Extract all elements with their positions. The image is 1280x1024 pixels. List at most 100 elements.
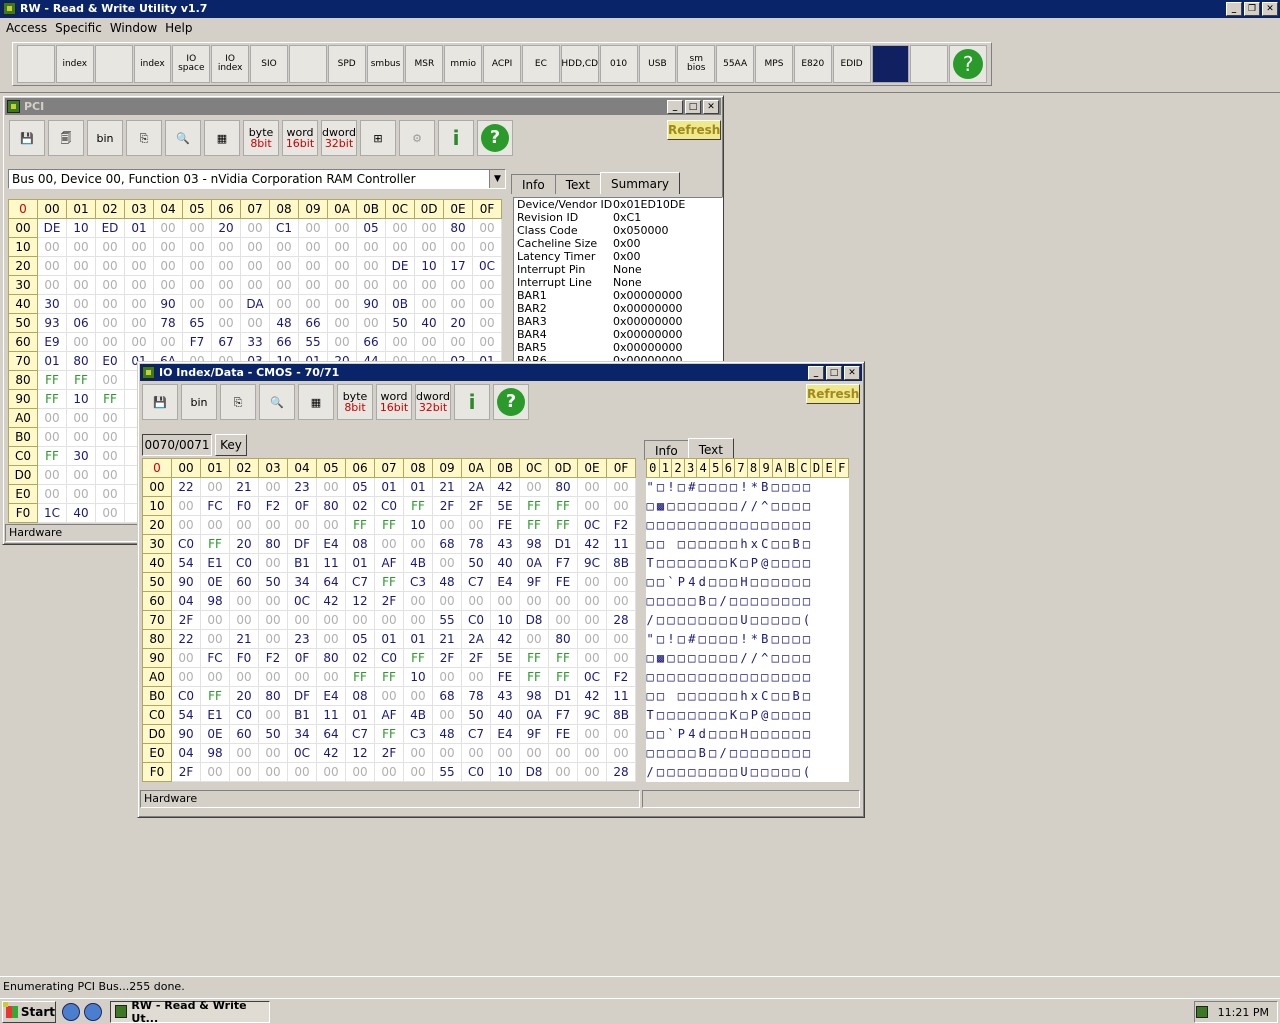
hex-cell[interactable]: FF [403,496,433,516]
hex-cell[interactable]: 50 [385,313,415,333]
hex-cell[interactable]: 00 [287,667,317,687]
hex-cell[interactable]: 00 [519,743,549,763]
help-icon[interactable]: ? [493,384,529,420]
hex-cell[interactable]: 00 [182,218,212,238]
hex-cell[interactable]: B1 [287,705,317,725]
hex-cell[interactable]: 22 [171,477,201,497]
hex-cell[interactable]: E4 [490,724,520,744]
hex-cell[interactable]: FF [200,686,230,706]
toolbar-pci-icon[interactable] [17,45,55,83]
hex-cell[interactable]: 78 [153,313,183,333]
text-row[interactable]: "□!□#□□□□!*B□□□□ [647,478,849,497]
hex-cell[interactable]: 98 [519,686,549,706]
hex-cell[interactable]: 11 [316,553,346,573]
hex-cell[interactable]: 00 [403,743,433,763]
hex-cell[interactable]: 65 [182,313,212,333]
hex-cell[interactable]: 20 [229,534,259,554]
hex-cell[interactable]: 23 [287,477,317,497]
cmos-refresh-button[interactable]: Refresh [806,384,860,404]
hex-cell[interactable]: F2 [606,667,636,687]
menu-specific[interactable]: Specific [51,21,106,35]
hex-cell[interactable]: 0E [200,724,230,744]
hex-cell[interactable]: 00 [606,572,636,592]
hex-cell[interactable]: 48 [432,572,462,592]
text-row[interactable]: "□!□#□□□□!*B□□□□ [647,630,849,649]
hex-cell[interactable]: 00 [200,629,230,649]
hex-cell[interactable]: C3 [403,572,433,592]
hex-cell[interactable]: 00 [200,762,230,782]
hex-cell[interactable]: 00 [472,294,502,314]
hex-cell[interactable]: 00 [327,313,357,333]
hex-cell[interactable]: 00 [200,610,230,630]
hex-cell[interactable]: 00 [211,294,241,314]
hex-cell[interactable]: 10 [414,256,444,276]
hex-cell[interactable]: 00 [385,237,415,257]
save-icon[interactable]: 💾 [9,120,45,156]
hex-cell[interactable]: 00 [443,294,473,314]
hex-cell[interactable]: C3 [403,724,433,744]
toolbar-tools-icon[interactable] [910,45,949,83]
hex-cell[interactable]: 00 [316,762,346,782]
hex-cell[interactable]: 00 [461,591,491,611]
hex-cell[interactable]: 00 [472,332,502,352]
tab-text[interactable]: Text [554,174,601,194]
hex-cell[interactable]: 12 [345,743,375,763]
hex-cell[interactable]: 00 [374,762,404,782]
hex-cell[interactable]: 00 [240,313,270,333]
hex-cell[interactable]: 00 [211,313,241,333]
hex-cell[interactable]: 0C [577,667,607,687]
hex-cell[interactable]: 21 [432,477,462,497]
find-binoculars-icon[interactable]: 🔍 [165,120,201,156]
hex-cell[interactable]: 00 [66,275,96,295]
hex-cell[interactable]: 00 [200,667,230,687]
hex-cell[interactable]: 00 [124,332,154,352]
hex-cell[interactable]: C7 [461,572,491,592]
quicklaunch-desktop-icon[interactable] [62,1002,80,1021]
hex-cell[interactable]: 00 [229,591,259,611]
close-button[interactable]: ✕ [1262,2,1278,16]
hex-cell[interactable]: 00 [269,256,299,276]
hex-cell[interactable]: DF [287,686,317,706]
hex-cell[interactable]: 00 [66,465,96,485]
hex-cell[interactable]: 55 [432,610,462,630]
hex-cell[interactable]: 80 [316,648,346,668]
hex-cell[interactable]: 60 [229,724,259,744]
hex-cell[interactable]: 00 [95,237,125,257]
hex-cell[interactable]: C7 [345,572,375,592]
hex-cell[interactable]: FF [519,515,549,535]
compare-icon[interactable]: ⎘ [220,384,256,420]
hex-cell[interactable]: 00 [124,237,154,257]
hex-cell[interactable]: 00 [472,218,502,238]
hex-cell[interactable]: 00 [432,515,462,535]
hex-cell[interactable]: 11 [606,534,636,554]
hex-cell[interactable]: 00 [606,743,636,763]
hex-cell[interactable]: 2F [374,591,404,611]
hex-cell[interactable]: 42 [577,686,607,706]
hex-cell[interactable]: DE [37,218,67,238]
hex-cell[interactable]: 00 [548,743,578,763]
hex-cell[interactable]: 00 [356,275,386,295]
cmos-text-grid[interactable]: 0 1 2 3 4 5 6 7 8 9 A B C D E F "□!□#□□□□!*B□□□□ □▩□□□□□□… [646,458,849,782]
hex-cell[interactable]: 00 [153,275,183,295]
hex-cell[interactable]: 50 [258,724,288,744]
save-icon[interactable]: 💾 [142,384,178,420]
hex-cell[interactable]: 28 [606,762,636,782]
hex-cell[interactable]: 0F [287,648,317,668]
hex-cell[interactable]: 00 [577,724,607,744]
hex-cell[interactable]: D8 [519,762,549,782]
hex-cell[interactable]: 00 [327,332,357,352]
hex-cell[interactable]: 20 [443,313,473,333]
hex-cell[interactable]: 00 [95,408,125,428]
hex-cell[interactable]: 00 [345,762,375,782]
hex-cell[interactable]: 00 [229,667,259,687]
hex-cell[interactable]: 05 [356,218,386,238]
hex-cell[interactable]: 00 [414,294,444,314]
hex-cell[interactable]: 02 [345,496,375,516]
hex-cell[interactable]: FE [490,667,520,687]
hex-cell[interactable]: 00 [461,515,491,535]
hex-cell[interactable]: 00 [37,465,67,485]
hex-cell[interactable]: 42 [490,629,520,649]
hex-cell[interactable]: 0C [287,743,317,763]
hex-cell[interactable]: 00 [229,762,259,782]
toolbar-hdd-cd-icon[interactable]: HDD,CD [560,45,599,83]
